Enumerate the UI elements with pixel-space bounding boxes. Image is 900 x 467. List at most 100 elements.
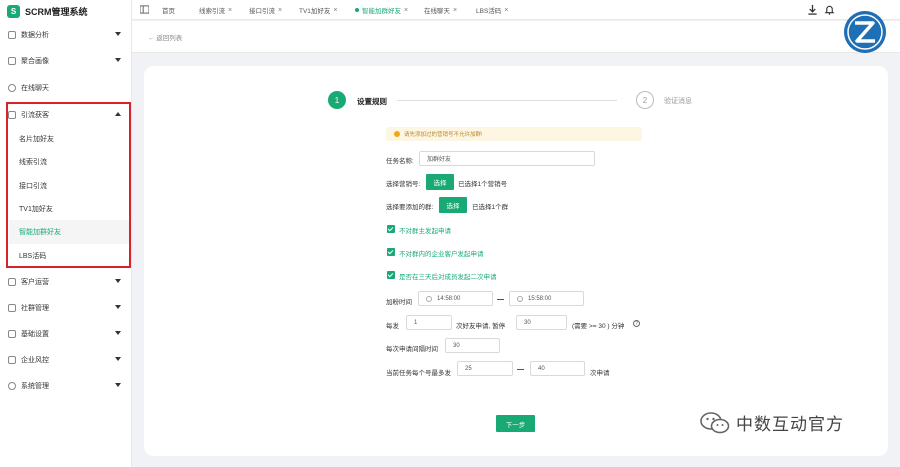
close-icon[interactable]: ×: [228, 7, 232, 14]
sidebar-item-label: 在线聊天: [21, 85, 49, 92]
max-to-value: 40: [538, 365, 545, 372]
next-step-button[interactable]: 下一步: [496, 415, 535, 432]
main-card: [144, 66, 888, 456]
sidebar-item-label: 基础设置: [21, 331, 49, 338]
chat-icon: [8, 84, 16, 92]
opt1-label: 不对群主发起申请: [399, 228, 451, 235]
sidebar-item-customer-ops[interactable]: 客户运营: [0, 270, 131, 294]
tab-home[interactable]: 首页: [162, 0, 175, 20]
pause-label: 次好友申请, 暂停: [456, 323, 506, 330]
pause-value: 30: [524, 319, 531, 326]
select-marketing-button[interactable]: 选择: [426, 174, 454, 190]
bell-icon[interactable]: [824, 4, 835, 15]
tab-api[interactable]: 接口引流 ×: [249, 0, 282, 20]
max-separator: [517, 369, 524, 370]
app-title: SCRM管理系统: [25, 6, 88, 17]
opt2-label: 不对群内的企业客户发起申请: [399, 251, 484, 258]
tab-label: 智能加群好友: [362, 8, 401, 15]
tab-lbs[interactable]: LBS活码 ×: [476, 0, 508, 20]
close-icon[interactable]: ×: [453, 7, 457, 14]
step-2-indicator: 2: [636, 91, 654, 109]
chevron-down-icon: [115, 279, 121, 283]
every-label: 每发: [386, 323, 399, 330]
max-from-input[interactable]: 25: [457, 361, 513, 376]
opt3-checkbox[interactable]: [387, 271, 395, 279]
task-name-input[interactable]: 加群好友: [419, 151, 595, 166]
sidebar-item-label: 社群管理: [21, 305, 49, 312]
sidebar-item-label: 系统管理: [21, 383, 49, 390]
system-icon: [8, 382, 16, 390]
step-2-label: 验证消息: [664, 98, 692, 105]
step-1-label: 设置规则: [357, 97, 387, 106]
avatar[interactable]: [844, 11, 886, 53]
shield-icon: [8, 356, 16, 364]
tab-label: 首页: [162, 8, 175, 15]
sidebar-item-risk[interactable]: 企业风控: [0, 348, 131, 372]
tab-label: TV1加好友: [299, 8, 331, 15]
warning-icon: [394, 131, 400, 137]
pause-input[interactable]: 30: [516, 315, 567, 330]
step-divider: [397, 100, 617, 101]
tab-label: LBS活码: [476, 8, 502, 15]
group-icon: [8, 304, 16, 312]
watermark-text: 中数互动官方: [736, 415, 844, 435]
select-marketing-label: 选择营销号:: [386, 181, 421, 188]
close-icon[interactable]: ×: [504, 7, 508, 14]
opt2-checkbox[interactable]: [387, 248, 395, 256]
sidebar-item-data-analysis[interactable]: 数据分析: [0, 23, 131, 47]
tab-smart-group[interactable]: 智能加群好友 ×: [355, 0, 408, 20]
interval-input[interactable]: 30: [445, 338, 500, 353]
interval-value: 30: [453, 342, 460, 349]
back-to-list-link[interactable]: ← 返回列表: [148, 32, 182, 42]
sidebar-item-label: 企业风控: [21, 357, 49, 364]
task-name-value: 加群好友: [427, 157, 452, 163]
close-icon[interactable]: ×: [404, 7, 408, 14]
tab-tv1[interactable]: TV1加好友 ×: [299, 0, 338, 20]
time-label: 加粉时间: [386, 299, 412, 306]
close-icon[interactable]: ×: [278, 7, 282, 14]
wechat-icon: [700, 411, 730, 433]
sidebar-item-label: 聚合画像: [21, 58, 49, 65]
help-icon[interactable]: ?: [633, 320, 640, 327]
opt1-checkbox[interactable]: [387, 225, 395, 233]
selected-marketing-text: 已选择1个营销号: [458, 181, 508, 188]
selected-group-text: 已选择1个群: [472, 204, 509, 211]
app-logo-icon: S: [7, 4, 20, 18]
tab-label: 在线聊天: [424, 8, 450, 15]
chevron-down-icon: [115, 357, 121, 361]
sidebar-item-system[interactable]: 系统管理: [0, 374, 131, 398]
time-start-value: 14:58:00: [437, 295, 461, 302]
tab-lead[interactable]: 线索引流 ×: [199, 0, 232, 20]
sidebar-item-community[interactable]: 社群管理: [0, 296, 131, 320]
download-icon[interactable]: [807, 4, 818, 15]
opt3-label: 是否在三天后对成员发起二次申请: [399, 274, 497, 281]
interval-label: 每次申请间隔时间: [386, 346, 438, 353]
page-header: ← 返回列表: [132, 21, 900, 53]
tab-chat[interactable]: 在线聊天 ×: [424, 0, 457, 20]
sidebar-item-chat[interactable]: 在线聊天: [0, 76, 131, 100]
app-logo[interactable]: S SCRM管理系统: [0, 0, 131, 22]
every-value: 1: [414, 319, 418, 326]
sidebar-item-label: 数据分析: [21, 32, 49, 39]
max-to-input[interactable]: 40: [530, 361, 585, 376]
every-input[interactable]: 1: [406, 315, 452, 330]
user-icon: [8, 278, 16, 286]
chevron-down-icon: [115, 305, 121, 309]
sidebar-item-label: 客户运营: [21, 279, 49, 286]
select-group-button[interactable]: 选择: [439, 197, 467, 213]
chevron-down-icon: [115, 58, 121, 62]
time-start-input[interactable]: 14:58:00: [418, 291, 493, 306]
time-end-input[interactable]: 15:58:00: [509, 291, 584, 306]
clock-icon: [426, 295, 432, 302]
max-from-value: 25: [465, 365, 472, 372]
sidebar-item-profile[interactable]: 聚合画像: [0, 49, 131, 73]
close-icon[interactable]: ×: [333, 7, 337, 14]
warning-text: 请先添加过的营销号不允许加群!: [404, 132, 483, 138]
profile-icon: [8, 57, 16, 65]
step-1-indicator: 1: [328, 91, 346, 109]
time-end-value: 15:58:00: [528, 295, 552, 302]
time-separator: [497, 299, 504, 300]
sidebar-item-settings[interactable]: 基础设置: [0, 322, 131, 346]
active-dot-icon: [355, 8, 359, 12]
menu-toggle-icon[interactable]: [140, 5, 149, 14]
